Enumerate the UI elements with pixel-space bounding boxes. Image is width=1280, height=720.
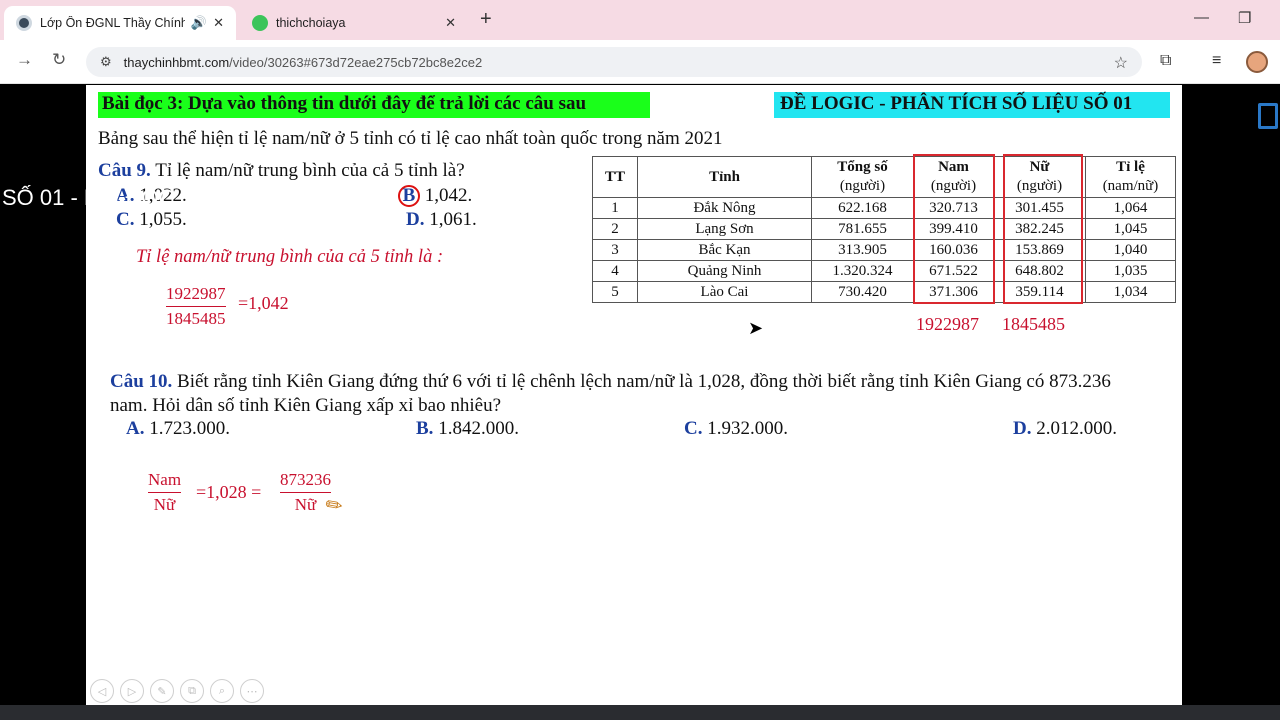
- extensions-icon[interactable]: ⧉: [1160, 52, 1171, 70]
- table-header: Tỉnh: [637, 156, 812, 198]
- video-player[interactable]: Bài đọc 3: Dựa vào thông tin dưới đây để…: [0, 85, 1280, 720]
- question-10: Câu 10. Biết rằng tỉnh Kiên Giang đứng t…: [110, 370, 1140, 418]
- q10-fraction-ratio: Nam Nữ: [148, 470, 182, 514]
- table-row: 5 Lào Cai 730.420 371.306 359.114 1,034: [592, 281, 1176, 303]
- table-header: TT: [592, 156, 638, 198]
- video-overlay-title: SỐ 01 - BÀI ĐỌC 3: [2, 185, 193, 210]
- q9-solution-note: Tỉ lệ nam/nữ trung bình của cả 5 tỉnh là…: [136, 247, 444, 267]
- site-info-icon[interactable]: ⚙: [100, 54, 112, 70]
- q10-option-c: C. 1.932.000.: [684, 418, 788, 439]
- copy-icon[interactable]: ⧉: [180, 679, 204, 703]
- table-header: Tỉ lệ (nam/nữ): [1085, 156, 1176, 198]
- sum-nu: 1845485: [1002, 314, 1065, 334]
- question-label: Câu 10.: [110, 371, 173, 392]
- q9-result: =1,042: [238, 293, 289, 313]
- table-row: 3 Bắc Kạn 313.905 160.036 153.869 1,040: [592, 239, 1176, 261]
- tab-title: thichchoiaya: [276, 16, 346, 30]
- speaker-icon[interactable]: 🔊: [191, 15, 207, 31]
- table-row: 2 Lạng Sơn 781.655 399.410 382.245 1,045: [592, 218, 1176, 240]
- table-row: 4 Quảng Ninh 1.320.324 671.522 648.802 1,035: [592, 260, 1176, 282]
- site-favicon-icon: [16, 15, 32, 31]
- url-bar[interactable]: ⚙ thaychinhbmt.com /video/30263#673d72ea…: [86, 47, 1142, 77]
- q10-option-b: B. 1.842.000.: [416, 418, 519, 439]
- address-toolbar: → ↻ ⚙ thaychinhbmt.com /video/30263#673d…: [0, 40, 1280, 84]
- forward-icon[interactable]: →: [16, 50, 33, 70]
- mouse-cursor-icon: ➤: [748, 318, 764, 338]
- sum-nam: 1922987: [916, 314, 979, 334]
- table-row: 1 Đắk Nông 622.168 320.713 301.455 1,064: [592, 197, 1176, 219]
- q10-fraction-value: 873236 Nữ: [280, 470, 331, 514]
- tab-active[interactable]: Lớp Ôn ĐGNL Thầy Chính B 🔊 ✕: [4, 6, 236, 40]
- more-icon[interactable]: ⋯: [240, 679, 264, 703]
- q10-option-a: A. 1.723.000.: [126, 418, 230, 439]
- new-tab-icon[interactable]: +: [480, 8, 492, 31]
- q9-option-d: D. 1,061.: [406, 209, 477, 230]
- restore-icon[interactable]: ❐: [1238, 9, 1251, 27]
- bookmark-star-icon[interactable]: ☆: [1114, 53, 1128, 73]
- table-intro: Bảng sau thể hiện tỉ lệ nam/nữ ở 5 tỉnh …: [98, 128, 723, 149]
- next-icon[interactable]: ▷: [120, 679, 144, 703]
- zoom-icon[interactable]: ⌕: [210, 679, 234, 703]
- population-table: TT Tỉnh Tổng số (người) Nam (người) Nữ (ngư…: [592, 156, 1176, 303]
- url-domain: thaychinhbmt.com: [123, 54, 230, 70]
- play-favicon-icon: [252, 15, 268, 31]
- question-label: Câu 9.: [98, 160, 151, 181]
- table-header: Tổng số (người): [811, 156, 914, 198]
- question-text: Tỉ lệ nam/nữ trung bình của cả 5 tỉnh là…: [155, 160, 465, 181]
- q9-fraction: 1922987 1845485: [166, 284, 226, 328]
- question-text: Biết rằng tỉnh Kiên Giang đứng thứ 6 với…: [110, 371, 1111, 416]
- tab-inactive[interactable]: thichchoiaya ✕: [240, 6, 468, 40]
- url-path: /video/30263#673d72eae275cb72bc8e2ce2: [229, 54, 483, 70]
- profile-avatar[interactable]: [1246, 51, 1268, 73]
- player-controls: ◁ ▷ ✎ ⧉ ⌕ ⋯: [90, 679, 264, 703]
- channel-logo-icon: [1258, 103, 1278, 129]
- previous-icon[interactable]: ◁: [90, 679, 114, 703]
- minimize-icon[interactable]: —: [1194, 9, 1209, 26]
- reading-heading: Bài đọc 3: Dựa vào thông tin dưới đây để…: [98, 92, 650, 118]
- lesson-slide: Bài đọc 3: Dựa vào thông tin dưới đây để…: [86, 85, 1182, 705]
- close-tab-icon[interactable]: ✕: [213, 15, 224, 31]
- reload-icon[interactable]: ↻: [52, 50, 66, 70]
- exam-title: ĐỀ LOGIC - PHÂN TÍCH SỐ LIỆU SỐ 01: [774, 92, 1170, 118]
- q9-option-b: B 1,042.: [398, 185, 472, 207]
- tab-title: Lớp Ôn ĐGNL Thầy Chính B: [40, 16, 185, 30]
- answer-circle: B: [398, 185, 420, 207]
- player-bottom-bar: [0, 705, 1280, 720]
- question-9: Câu 9. Tỉ lệ nam/nữ trung bình của cả 5 …: [98, 160, 465, 182]
- q10-option-d: D. 2.012.000.: [1013, 418, 1117, 439]
- media-control-icon[interactable]: ≡: [1212, 52, 1221, 70]
- close-tab-icon[interactable]: ✕: [445, 15, 456, 31]
- nu-column-highlight: [1003, 154, 1083, 304]
- nam-column-highlight: [913, 154, 995, 304]
- q9-option-c: C. 1,055.: [116, 209, 187, 230]
- pen-tool-icon[interactable]: ✎: [150, 679, 174, 703]
- tab-strip: Lớp Ôn ĐGNL Thầy Chính B 🔊 ✕ thichchoiay…: [0, 0, 1280, 40]
- q10-equals: =1,028 =: [196, 482, 262, 502]
